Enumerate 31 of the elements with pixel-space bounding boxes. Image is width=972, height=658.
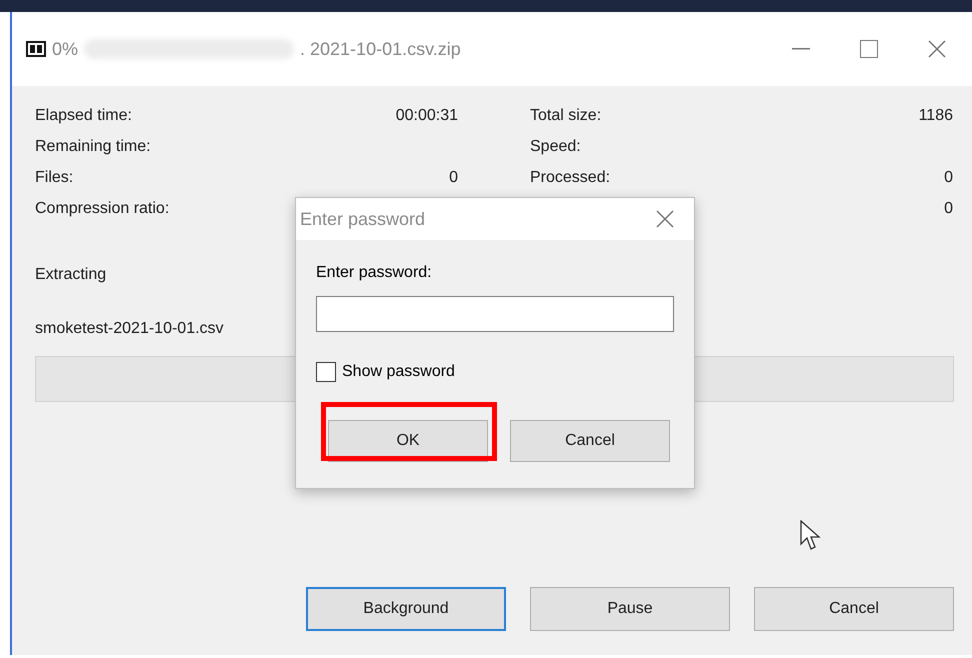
- window-title: 0%: [52, 38, 78, 60]
- current-file: smoketest-2021-10-01.csv: [35, 320, 224, 338]
- dialog-button[interactable]: Cancel: [754, 587, 954, 631]
- close-icon[interactable]: [656, 210, 674, 228]
- mouse-pointer-icon: [800, 520, 822, 552]
- show-password-checkbox[interactable]: [316, 362, 336, 382]
- stat-label: Compression ratio:: [35, 200, 170, 218]
- dialog-button[interactable]: Cancel: [510, 420, 670, 462]
- status-text: Extracting: [35, 266, 106, 284]
- stat-label: Processed:: [530, 168, 610, 186]
- dialog-button[interactable]: Pause: [530, 587, 730, 631]
- maximize-icon[interactable]: [860, 40, 878, 58]
- stat-label: Speed:: [530, 138, 581, 156]
- window-title: . 2021-10-01.csv.zip: [300, 38, 461, 60]
- stat-value: 0: [944, 200, 953, 218]
- close-icon[interactable]: [928, 40, 946, 58]
- minimize-icon[interactable]: [792, 48, 810, 50]
- stat-label: Elapsed time:: [35, 106, 132, 124]
- dialog-title: Enter password: [300, 208, 426, 230]
- stat-value: 0: [449, 168, 458, 186]
- stat-label: Files:: [35, 168, 74, 186]
- checkbox-label: Show password: [342, 363, 455, 381]
- stat-value: 0: [944, 168, 953, 186]
- dialog-button[interactable]: Background: [306, 587, 506, 631]
- stat-label: Remaining time:: [35, 138, 151, 156]
- stat-label: Total size:: [530, 106, 602, 124]
- app-logo-icon: [26, 41, 46, 57]
- stat-value: 1186: [918, 106, 953, 124]
- password-field[interactable]: [316, 296, 674, 332]
- stat-value: 00:00:31: [396, 106, 458, 124]
- password-label: Enter password:: [316, 264, 432, 282]
